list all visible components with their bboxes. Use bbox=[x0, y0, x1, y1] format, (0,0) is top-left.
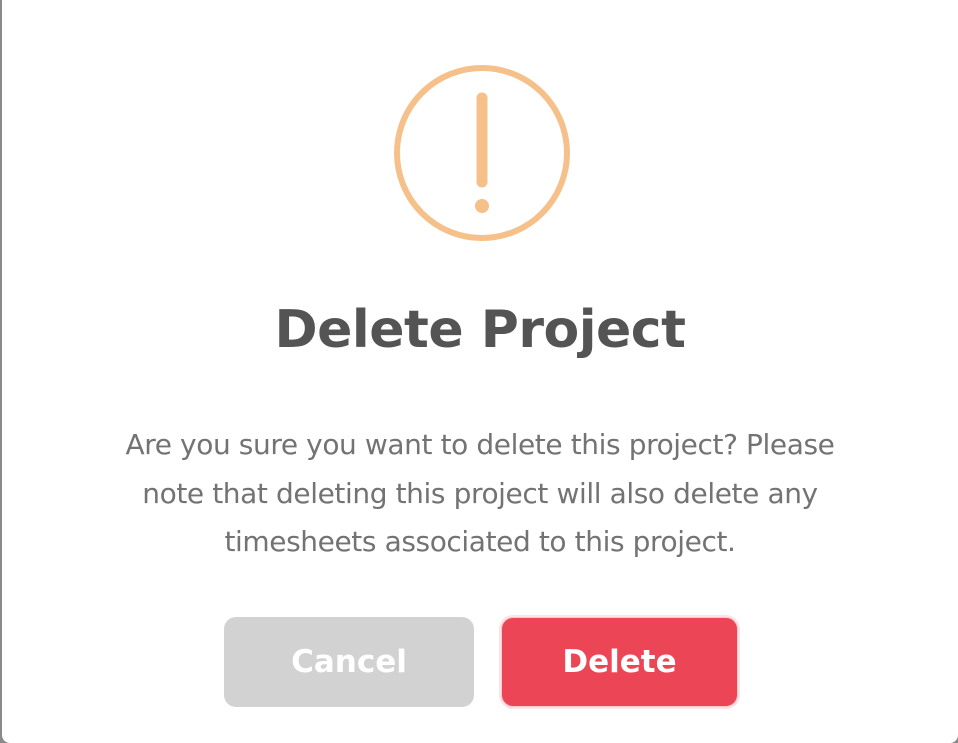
cancel-button[interactable]: Cancel bbox=[224, 617, 474, 707]
dialog-message: Are you sure you want to delete this pro… bbox=[125, 428, 835, 558]
delete-project-dialog: Delete Project Are you sure you want to … bbox=[2, 0, 958, 743]
warning-exclamation-icon bbox=[394, 65, 570, 241]
dialog-title: Delete Project bbox=[274, 300, 686, 360]
delete-button[interactable]: Delete bbox=[501, 617, 738, 707]
